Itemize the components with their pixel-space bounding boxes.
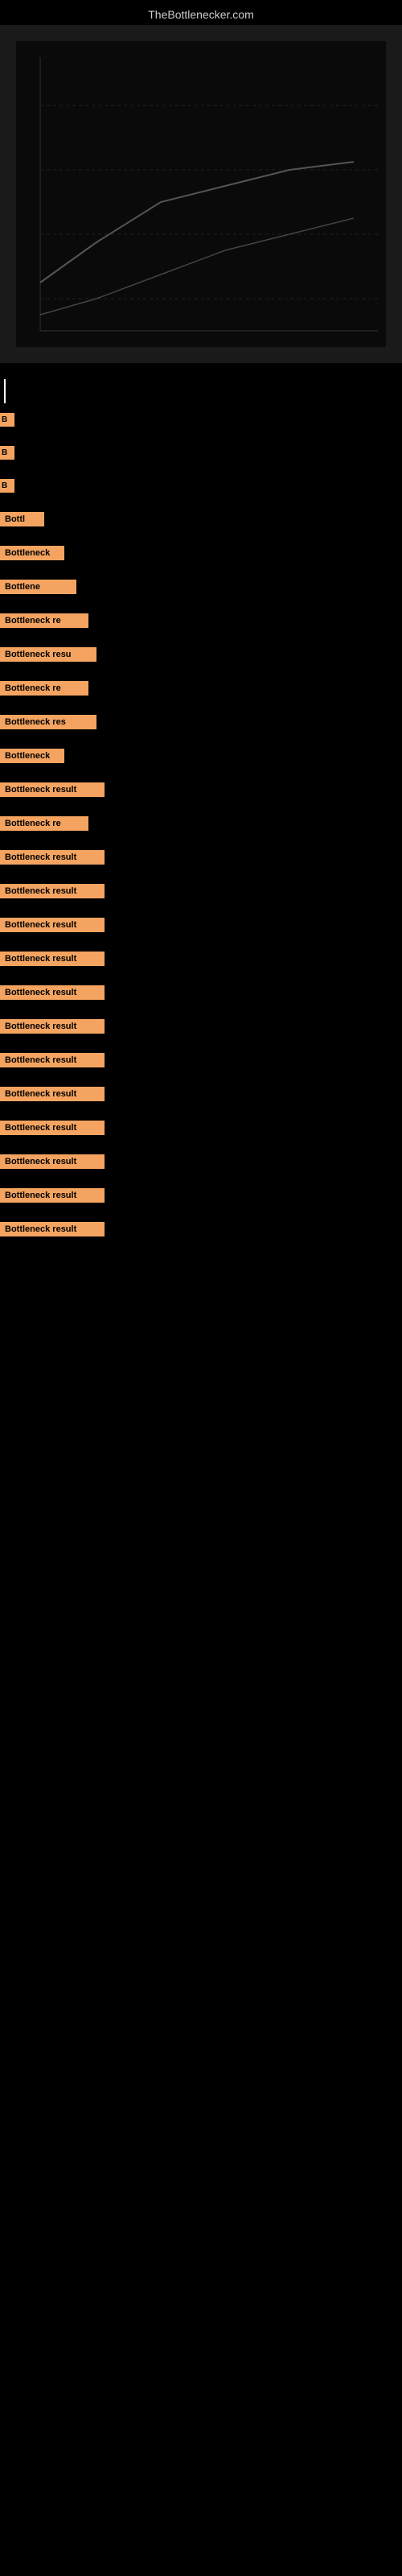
list-item: Bottleneck result <box>0 781 402 799</box>
bottleneck-badge[interactable]: Bottleneck resu <box>0 647 96 662</box>
list-item: B <box>0 411 402 428</box>
site-title-text: TheBottlenecker.com <box>148 8 254 21</box>
bottleneck-badge[interactable]: Bottleneck result <box>0 782 105 797</box>
bottleneck-badge[interactable]: Bottleneck <box>0 546 64 560</box>
list-item: Bottl <box>0 510 402 528</box>
list-item: Bottleneck result <box>0 1085 402 1103</box>
list-item: Bottleneck re <box>0 679 402 697</box>
list-item: B <box>0 477 402 494</box>
bottleneck-badge[interactable]: Bottleneck result <box>0 1222 105 1236</box>
list-item: Bottleneck result <box>0 1187 402 1204</box>
bottleneck-badge[interactable]: Bottleneck result <box>0 1121 105 1135</box>
list-item: Bottleneck result <box>0 1018 402 1035</box>
bottleneck-badge[interactable]: Bottleneck re <box>0 816 88 831</box>
bottleneck-badge[interactable]: Bottleneck result <box>0 884 105 898</box>
list-item: Bottleneck result <box>0 950 402 968</box>
list-item: Bottleneck result <box>0 1051 402 1069</box>
bottleneck-badge[interactable]: Bottleneck result <box>0 1053 105 1067</box>
bottleneck-badge[interactable]: Bottleneck result <box>0 1154 105 1169</box>
bottleneck-badge[interactable]: Bottleneck result <box>0 985 105 1000</box>
bottleneck-badge[interactable]: Bottleneck result <box>0 1019 105 1034</box>
bottleneck-badge[interactable]: Bottleneck <box>0 749 64 763</box>
list-item: Bottleneck result <box>0 848 402 866</box>
list-item: Bottleneck <box>0 544 402 562</box>
bottleneck-badge[interactable]: Bottlene <box>0 580 76 594</box>
chart-content <box>0 25 402 363</box>
bottleneck-badge[interactable]: B <box>0 446 14 460</box>
bottleneck-badge[interactable]: Bottleneck re <box>0 613 88 628</box>
bottleneck-badge[interactable]: Bottl <box>0 512 44 526</box>
site-title: TheBottlenecker.com <box>0 0 402 25</box>
list-item: Bottleneck result <box>0 1119 402 1137</box>
bottleneck-badge[interactable]: Bottleneck re <box>0 681 88 696</box>
bottleneck-badge[interactable]: Bottleneck result <box>0 1087 105 1101</box>
bottleneck-badge[interactable]: Bottleneck result <box>0 850 105 865</box>
results-section: B B B Bottl Bottleneck Bottlene Bottlene… <box>0 363 402 1267</box>
bottleneck-badge[interactable]: Bottleneck result <box>0 1188 105 1203</box>
cursor-indicator <box>4 379 6 403</box>
chart-svg <box>16 41 386 347</box>
page-container: TheBottlenecker.com <box>0 0 402 2576</box>
list-item: Bottleneck re <box>0 612 402 630</box>
list-item: Bottleneck result <box>0 1153 402 1170</box>
list-item: Bottlene <box>0 578 402 596</box>
list-item: Bottleneck re <box>0 815 402 832</box>
bottleneck-badge[interactable]: B <box>0 413 14 427</box>
list-item: Bottleneck result <box>0 882 402 900</box>
bottleneck-badge[interactable]: B <box>0 479 14 493</box>
list-item: B <box>0 444 402 461</box>
chart-area <box>0 25 402 363</box>
bottleneck-badge[interactable]: Bottleneck res <box>0 715 96 729</box>
bottleneck-badge[interactable]: Bottleneck result <box>0 952 105 966</box>
list-item: Bottleneck result <box>0 984 402 1001</box>
list-item: Bottleneck result <box>0 1220 402 1238</box>
bottleneck-badge[interactable]: Bottleneck result <box>0 918 105 932</box>
list-item: Bottleneck res <box>0 713 402 731</box>
list-item: Bottleneck result <box>0 916 402 934</box>
list-item: Bottleneck resu <box>0 646 402 663</box>
list-item: Bottleneck <box>0 747 402 765</box>
